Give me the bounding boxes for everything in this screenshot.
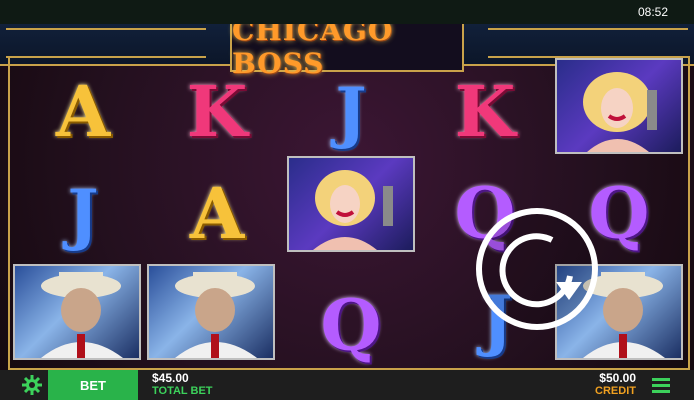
- symbol-j-letter: J: [335, 73, 367, 151]
- symbol-j-letter: J: [67, 175, 99, 253]
- symbol-boss-portrait: [10, 262, 144, 362]
- hamburger-menu-icon[interactable]: [646, 370, 676, 400]
- credit-value: $50.00: [599, 371, 636, 385]
- woman-portrait-image: [287, 156, 415, 252]
- symbol-woman-portrait: [552, 56, 686, 156]
- bet-button[interactable]: BET: [48, 370, 138, 400]
- credit-display: $50.00 CREDIT: [595, 372, 636, 398]
- symbol-j: J: [284, 62, 418, 162]
- symbol-q: Q: [284, 276, 418, 370]
- game-area[interactable]: CHICAGO BOSS A K J K J A Q Q Q J: [0, 24, 694, 370]
- symbol-k-letter: K: [186, 70, 248, 153]
- total-bet-label: TOTAL BET: [152, 385, 213, 397]
- frame-decoration-left: [6, 28, 206, 58]
- woman-portrait-image: [555, 58, 683, 154]
- symbol-a-letter: A: [189, 172, 245, 255]
- boss-portrait-image: [13, 264, 141, 360]
- symbol-j: J: [16, 164, 150, 264]
- symbol-k-letter: K: [454, 70, 516, 153]
- symbol-woman-portrait: [284, 154, 418, 254]
- symbol-a-letter: A: [55, 70, 111, 153]
- symbol-q-letter: Q: [320, 284, 382, 367]
- symbol-k: K: [150, 62, 284, 162]
- spin-icon[interactable]: [472, 204, 602, 334]
- status-time: 08:52: [637, 5, 668, 19]
- symbol-boss-portrait: [144, 262, 278, 362]
- symbol-k: K: [418, 62, 552, 162]
- bottom-bar: BET $45.00 TOTAL BET $50.00 CREDIT: [0, 370, 694, 400]
- total-bet-display: $45.00 TOTAL BET: [152, 372, 213, 398]
- frame-decoration-right: [488, 28, 688, 58]
- boss-portrait-image: [147, 264, 275, 360]
- status-bar: 08:52: [0, 0, 694, 24]
- gear-icon[interactable]: [18, 370, 46, 400]
- credit-label: CREDIT: [595, 385, 636, 397]
- symbol-a: A: [150, 164, 284, 264]
- symbol-a: A: [16, 62, 150, 162]
- total-bet-value: $45.00: [152, 371, 189, 385]
